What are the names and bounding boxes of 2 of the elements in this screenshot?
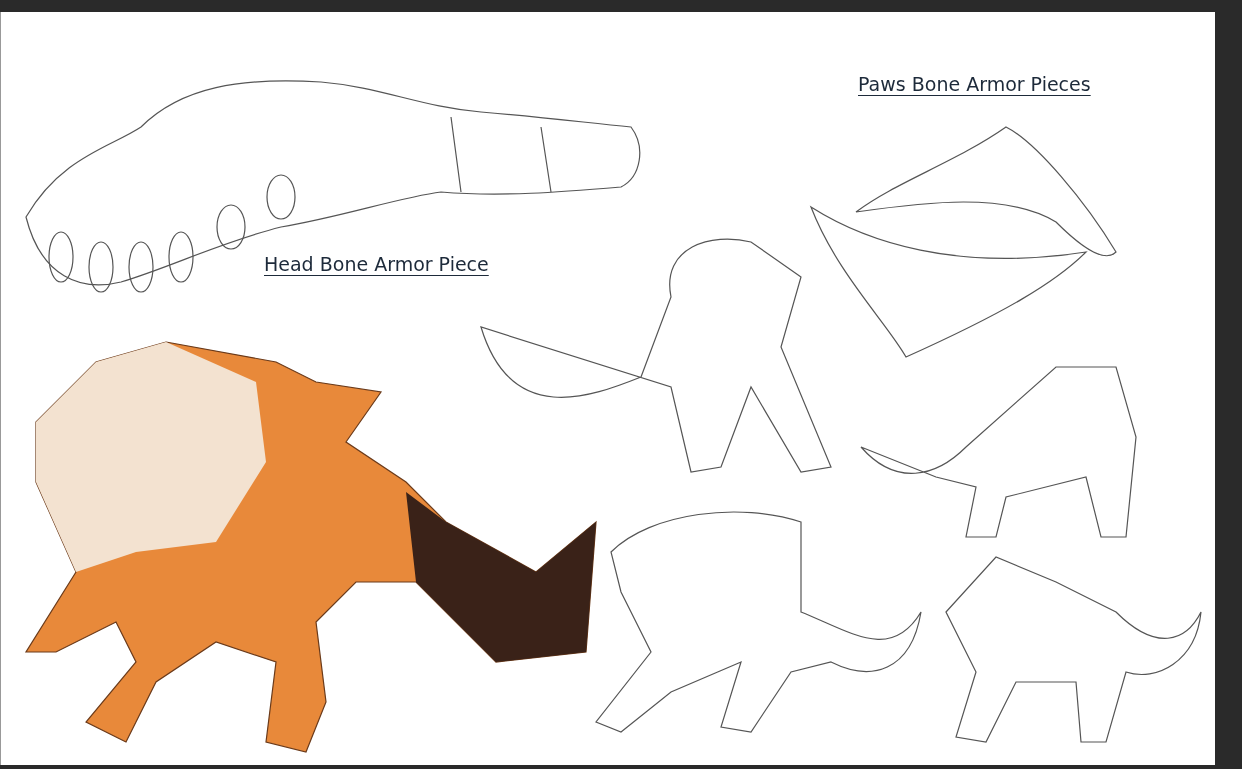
section-heading: Paws Bone Armor Pieces [858,72,1091,97]
section-heading: Head Bone Armor Piece [264,252,489,277]
